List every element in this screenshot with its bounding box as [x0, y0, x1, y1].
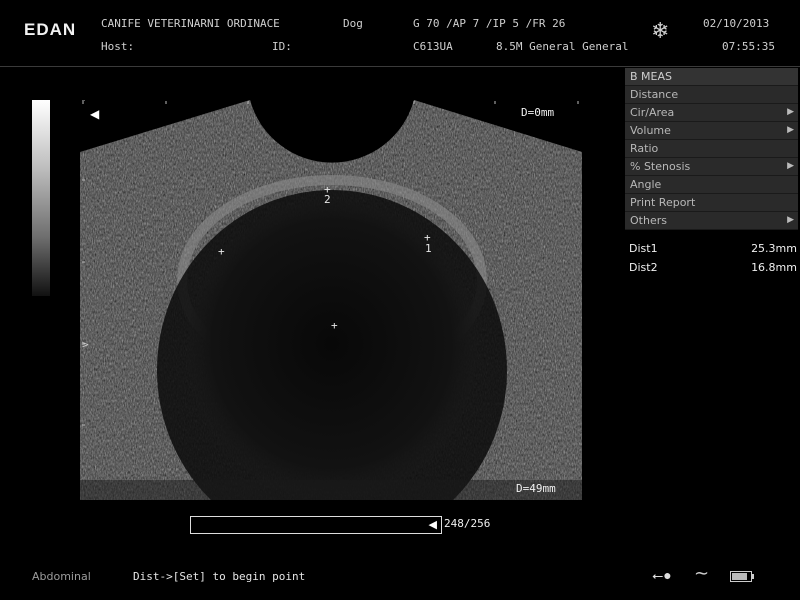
cine-arrow-icon: ◀: [428, 519, 437, 531]
measurement-label: Dist1: [629, 242, 658, 255]
menu-item-print-report[interactable]: Print Report: [625, 194, 798, 212]
status-hint: Dist->[Set] to begin point: [133, 570, 306, 583]
submenu-arrow-icon: ▶: [787, 215, 794, 225]
menu-title: B MEAS: [625, 68, 798, 86]
depth-top: D=0mm: [521, 106, 555, 119]
caliper-cross[interactable]: +: [218, 246, 225, 257]
wave-icon: ∼: [694, 563, 710, 583]
grayscale-bar: [32, 100, 50, 296]
date: 02/10/2013: [703, 17, 770, 30]
probe-frequency: 8.5M General General: [496, 40, 629, 53]
menu-item-label: Distance: [630, 88, 679, 101]
submenu-arrow-icon: ▶: [787, 125, 794, 135]
host-label: Host:: [101, 40, 135, 53]
menu-item-label: Angle: [630, 178, 662, 191]
menu-item-label: Cir/Area: [630, 106, 675, 119]
measurement-label: Dist2: [629, 261, 658, 274]
caliper-label-1: 1: [425, 242, 432, 255]
snowflake-icon[interactable]: ❄: [651, 20, 669, 42]
menu-item-label: Ratio: [630, 142, 659, 155]
menu-item-ratio[interactable]: Ratio: [625, 140, 798, 158]
brand-logo: EDAN: [24, 20, 77, 39]
menu-item-label: Others: [630, 214, 667, 227]
probe-model: C613UA: [413, 40, 453, 53]
focus-marker: >: [82, 338, 89, 351]
menu-item-label: % Stenosis: [630, 160, 691, 173]
menu-item-angle[interactable]: Angle: [625, 176, 798, 194]
menu-item-volume[interactable]: Volume ▶: [625, 122, 798, 140]
imaging-params: G 70 /AP 7 /IP 5 /FR 26: [413, 17, 566, 30]
cine-frame-count: 248/256: [444, 517, 491, 530]
battery-icon: [730, 571, 754, 582]
id-label: ID:: [272, 40, 292, 53]
cine-progress-bar[interactable]: ◀: [190, 516, 442, 534]
menu-item-cir-area[interactable]: Cir/Area ▶: [625, 104, 798, 122]
caliper-label-2: 2: [324, 193, 331, 206]
menu-item-stenosis[interactable]: % Stenosis ▶: [625, 158, 798, 176]
menu-item-label: Print Report: [630, 196, 696, 209]
depth-bottom: D=49mm: [516, 482, 556, 495]
submenu-arrow-icon: ▶: [787, 107, 794, 117]
measurement-menu: B MEAS Distance Cir/Area ▶ Volume ▶ Rati…: [625, 68, 798, 230]
arrow-left-icon: ◀: [90, 107, 100, 121]
ultrasound-screen: EDAN CANIFE VETERINARNI ORDINACE Host: D…: [0, 0, 800, 600]
lateral-ticks: [82, 101, 579, 104]
ultrasound-scan-svg: [80, 100, 582, 500]
battery-fill: [732, 573, 747, 580]
caliper-cross[interactable]: +: [331, 320, 338, 331]
measurement-value: 25.3mm: [751, 242, 797, 255]
species: Dog: [343, 17, 363, 30]
menu-item-others[interactable]: Others ▶: [625, 212, 798, 230]
exam-preset: Abdominal: [32, 570, 91, 583]
menu-item-label: Volume: [630, 124, 671, 137]
clinic-name: CANIFE VETERINARNI ORDINACE: [101, 17, 280, 30]
ultrasound-image[interactable]: + 2 + 1 + +: [80, 100, 582, 500]
time: 07:55:35: [722, 40, 775, 53]
menu-item-distance[interactable]: Distance: [625, 86, 798, 104]
submenu-arrow-icon: ▶: [787, 161, 794, 171]
measurement-value: 16.8mm: [751, 261, 797, 274]
header-bar: EDAN CANIFE VETERINARNI ORDINACE Host: D…: [0, 0, 800, 67]
usb-icon: ⭠●: [652, 567, 672, 583]
